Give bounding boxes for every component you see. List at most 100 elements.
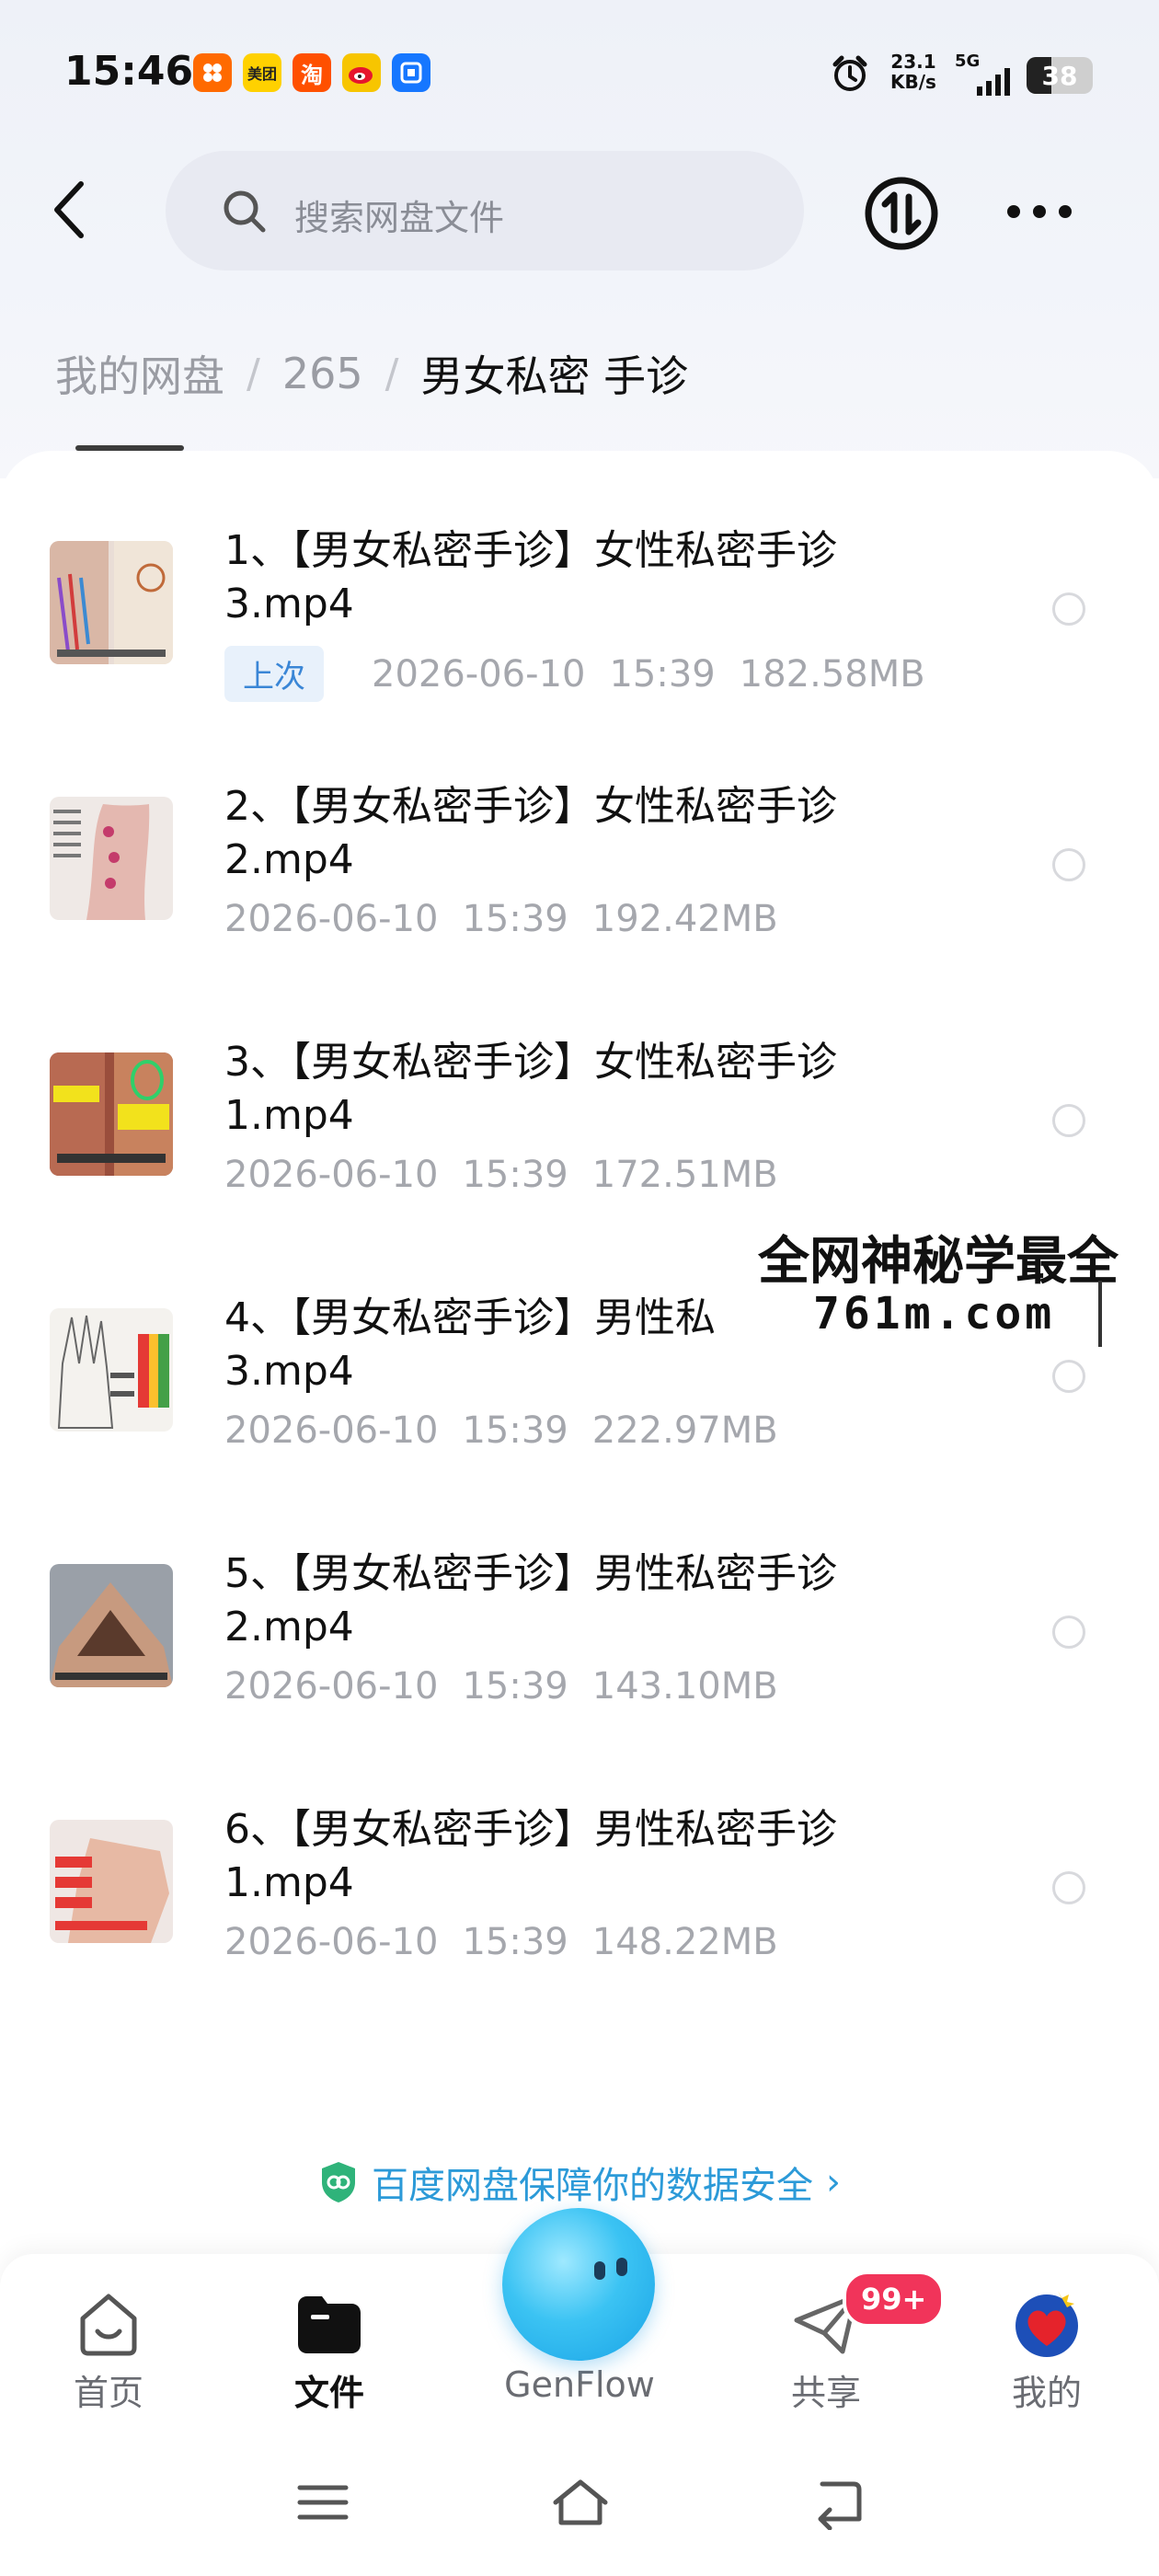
select-checkbox[interactable]	[1052, 1871, 1085, 1904]
file-row[interactable]: 1、【男女私密手诊】女性私密手诊3.mp4 上次 2026-06-10 15:3…	[0, 504, 1159, 743]
file-meta: 2026-06-10 15:39 148.22MB	[224, 1921, 778, 1963]
video-thumbnail	[50, 797, 173, 920]
search-placeholder: 搜索网盘文件	[294, 198, 505, 238]
file-size: 222.97MB	[591, 1409, 778, 1452]
chevron-right-icon: ›	[826, 2161, 841, 2203]
menu-icon[interactable]	[291, 2475, 355, 2530]
scroll-indicator	[75, 445, 184, 451]
file-size: 148.22MB	[591, 1921, 778, 1963]
video-thumbnail	[50, 1052, 173, 1176]
security-notice[interactable]: 百度网盘保障你的数据安全 ›	[0, 2153, 1159, 2212]
genflow-eye	[616, 2258, 627, 2276]
select-checkbox[interactable]	[1052, 1616, 1085, 1649]
folder-icon	[298, 2296, 361, 2353]
system-navigation-bar	[0, 2438, 1159, 2576]
watermark-url: 761m.com	[813, 1288, 1056, 1340]
breadcrumb: 我的网盘 / 265 / 男女私密 手诊	[55, 346, 688, 401]
network-speed-unit: KB/s	[890, 71, 936, 93]
taobao-icon: 淘	[293, 53, 331, 92]
file-date: 2026-06-10	[224, 1409, 439, 1452]
network-speed: 23.1 KB/s	[890, 52, 936, 92]
file-date: 2026-06-10	[224, 1154, 439, 1196]
select-checkbox[interactable]	[1052, 848, 1085, 881]
file-size: 192.42MB	[591, 898, 778, 940]
file-row[interactable]: 5、【男女私密手诊】男性私密手诊2.mp4 2026-06-10 15:39 1…	[0, 1527, 1159, 1766]
shield-icon	[322, 2162, 355, 2202]
signal-icon	[977, 68, 1010, 96]
genflow-assistant-button[interactable]	[502, 2208, 655, 2361]
file-meta: 2026-06-10 15:39 143.10MB	[224, 1665, 778, 1708]
video-thumbnail	[50, 1820, 173, 1943]
security-notice-text: 百度网盘保障你的数据安全	[372, 2165, 813, 2207]
nav-mine[interactable]: 我的	[955, 2254, 1139, 2438]
select-checkbox[interactable]	[1052, 1104, 1085, 1137]
file-row[interactable]: 6、【男女私密手诊】男性私密手诊1.mp4 2026-06-10 15:39 1…	[0, 1783, 1159, 2022]
home-gesture-icon[interactable]	[548, 2475, 613, 2530]
text-cursor	[1098, 1281, 1102, 1347]
alipay-icon	[392, 53, 430, 92]
avatar-icon	[1016, 2291, 1078, 2357]
taobao-shop-icon	[193, 53, 232, 92]
file-meta: 2026-06-10 15:39 172.51MB	[224, 1154, 778, 1196]
nav-home[interactable]: 首页	[17, 2254, 201, 2438]
select-checkbox[interactable]	[1052, 1360, 1085, 1393]
watermark-title: 全网神秘学最全	[758, 1232, 1119, 1292]
file-date: 2026-06-10	[224, 898, 439, 940]
file-time: 15:39	[462, 1921, 568, 1963]
file-time: 15:39	[609, 652, 716, 696]
file-time: 15:39	[462, 898, 568, 940]
file-meta: 2026-06-10 15:39 222.97MB	[224, 1409, 778, 1452]
alarm-icon	[832, 55, 867, 91]
nav-mine-label: 我的	[1011, 2373, 1082, 2413]
weibo-icon	[342, 53, 381, 92]
file-time: 15:39	[462, 1665, 568, 1708]
file-date: 2026-06-10	[224, 1921, 439, 1963]
search-input[interactable]: 搜索网盘文件	[166, 151, 804, 270]
select-checkbox[interactable]	[1052, 592, 1085, 626]
breadcrumb-folder[interactable]: 265	[282, 349, 363, 398]
file-name: 2、【男女私密手诊】女性私密手诊2.mp4	[224, 783, 837, 883]
breadcrumb-current: 男女私密 手诊	[420, 351, 689, 401]
watermark-overlay: 全网神秘学最全 761m.com	[747, 1209, 1159, 1347]
last-opened-badge: 上次	[224, 646, 324, 702]
breadcrumb-root[interactable]: 我的网盘	[55, 343, 224, 404]
file-name: 6、【男女私密手诊】男性私密手诊1.mp4	[224, 1806, 837, 1906]
battery-indicator: 38	[1027, 57, 1093, 94]
nav-genflow-label: GenFlow	[504, 2364, 655, 2405]
nav-share-label: 共享	[790, 2373, 861, 2413]
video-thumbnail	[50, 541, 173, 664]
file-date: 2026-06-10	[224, 1665, 439, 1708]
back-gesture-icon[interactable]	[806, 2475, 870, 2530]
file-meta: 2026-06-10 15:39 192.42MB	[224, 898, 778, 940]
status-time: 15:46	[64, 48, 194, 95]
meituan-icon: 美团	[243, 53, 281, 92]
file-size: 182.58MB	[739, 652, 925, 696]
status-bar: 15:46 美团 淘 23.1 KB/s 5G 38	[0, 0, 1159, 147]
file-time: 15:39	[462, 1154, 568, 1196]
file-time: 15:39	[462, 1409, 568, 1452]
more-options-button[interactable]	[1003, 191, 1076, 232]
genflow-eye	[594, 2261, 605, 2280]
nav-home-label: 首页	[73, 2373, 143, 2413]
video-thumbnail	[50, 1308, 173, 1432]
back-button[interactable]	[44, 173, 99, 247]
file-size: 143.10MB	[591, 1665, 778, 1708]
network-speed-value: 23.1	[890, 51, 936, 73]
file-date: 2026-06-10	[372, 652, 586, 696]
home-icon	[80, 2294, 137, 2356]
nav-files[interactable]: 文件	[237, 2254, 421, 2438]
battery-level: 38	[1041, 61, 1078, 91]
file-meta: 上次 2026-06-10 15:39 182.58MB	[224, 646, 925, 702]
file-name: 1、【男女私密手诊】女性私密手诊3.mp4	[224, 527, 837, 627]
file-name: 3、【男女私密手诊】女性私密手诊1.mp4	[224, 1039, 837, 1139]
share-notification-badge: 99+	[843, 2271, 946, 2328]
file-name: 5、【男女私密手诊】男性私密手诊2.mp4	[224, 1550, 837, 1650]
breadcrumb-separator: /	[384, 350, 399, 397]
file-size: 172.51MB	[591, 1154, 778, 1196]
transfer-list-button[interactable]	[863, 175, 940, 252]
search-icon	[224, 190, 266, 233]
video-thumbnail	[50, 1564, 173, 1687]
nav-files-label: 文件	[293, 2373, 364, 2413]
file-row[interactable]: 2、【男女私密手诊】女性私密手诊2.mp4 2026-06-10 15:39 1…	[0, 760, 1159, 999]
breadcrumb-separator: /	[247, 350, 260, 397]
